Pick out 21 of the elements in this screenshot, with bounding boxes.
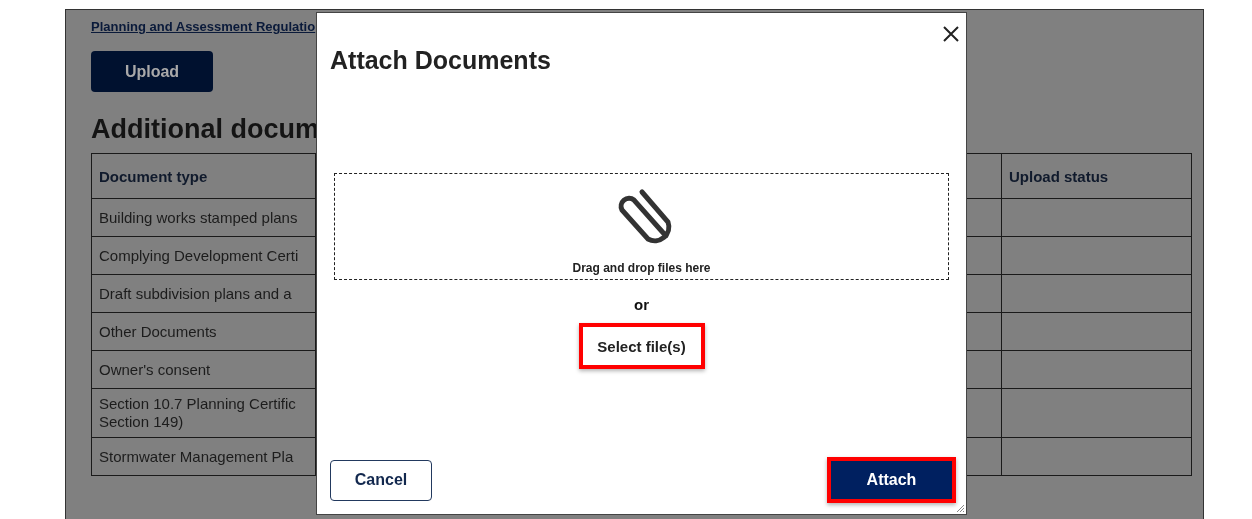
table-cell: Complying Development Certi <box>91 236 316 275</box>
attach-button[interactable]: Attach <box>827 457 956 503</box>
table-cell: Draft subdivision plans and a <box>91 274 316 313</box>
dialog-title: Attach Documents <box>330 46 551 75</box>
regulation-link[interactable]: Planning and Assessment Regulatio <box>91 19 316 34</box>
table-header-cell: Upload status <box>1001 153 1192 199</box>
drop-zone[interactable]: Drag and drop files here <box>334 173 949 280</box>
table-cell: Section 10.7 Planning Certific Section 149) <box>91 388 316 438</box>
close-icon[interactable] <box>942 25 960 43</box>
table-cell: Building works stamped plans <box>91 198 316 237</box>
table-header-cell: Document type <box>91 153 316 199</box>
upload-button[interactable]: Upload <box>91 51 213 92</box>
resize-grip-icon[interactable] <box>956 504 965 513</box>
table-cell: Other Documents <box>91 312 316 351</box>
table-cell: Owner's consent <box>91 350 316 389</box>
section-heading: Additional docum <box>91 114 319 145</box>
table-cell: Stormwater Management Pla <box>91 437 316 476</box>
or-label: or <box>634 296 649 313</box>
select-files-button[interactable]: Select file(s) <box>578 323 705 369</box>
cancel-button[interactable]: Cancel <box>330 459 432 501</box>
drop-hint: Drag and drop files here <box>572 261 711 275</box>
